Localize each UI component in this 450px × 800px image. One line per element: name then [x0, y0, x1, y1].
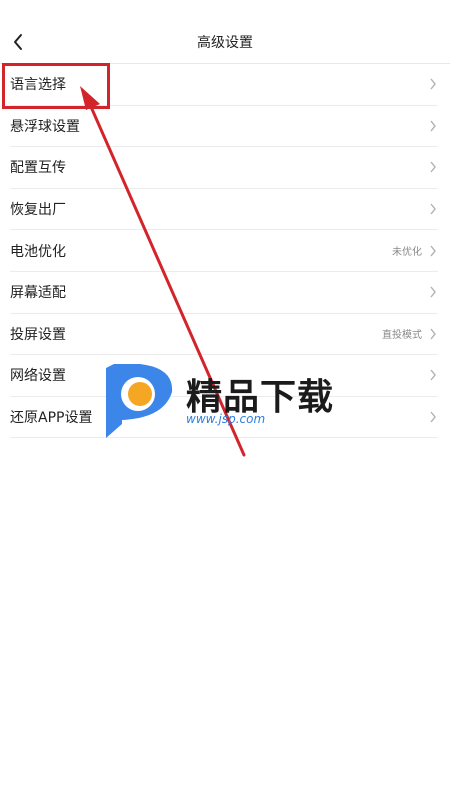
- chevron-right-icon: [428, 327, 438, 341]
- settings-item-value: 未优化: [392, 247, 422, 259]
- settings-item-label: 配置互传: [10, 160, 66, 177]
- settings-item-network[interactable]: 网络设置: [10, 355, 438, 397]
- settings-item-language[interactable]: 语言选择: [10, 64, 438, 106]
- chevron-right-icon: [428, 119, 438, 133]
- page-title: 高级设置: [197, 35, 253, 51]
- settings-item-label: 悬浮球设置: [10, 118, 80, 135]
- settings-list: 语言选择 悬浮球设置 配置互传 恢复出厂 电池优化 未优化 屏幕适配 投屏设置 …: [0, 64, 450, 439]
- chevron-right-icon: [428, 202, 438, 216]
- app-header: 高级设置: [0, 0, 450, 64]
- settings-item-label: 电池优化: [10, 243, 66, 260]
- settings-item-label: 屏幕适配: [10, 285, 66, 302]
- settings-item-battery[interactable]: 电池优化 未优化: [10, 230, 438, 272]
- settings-item-label: 投屏设置: [10, 326, 66, 343]
- chevron-right-icon: [428, 410, 438, 424]
- settings-item-label: 网络设置: [10, 368, 66, 385]
- settings-item-screen-cast[interactable]: 投屏设置 直投模式: [10, 314, 438, 356]
- chevron-right-icon: [428, 244, 438, 258]
- chevron-right-icon: [428, 285, 438, 299]
- settings-item-label: 语言选择: [10, 77, 66, 94]
- chevron-right-icon: [428, 368, 438, 382]
- settings-item-floating-ball[interactable]: 悬浮球设置: [10, 106, 438, 148]
- settings-item-value: 直投模式: [382, 330, 422, 342]
- settings-item-restore-app[interactable]: 还原APP设置: [10, 397, 438, 439]
- settings-item-factory-reset[interactable]: 恢复出厂: [10, 189, 438, 231]
- settings-item-config-transfer[interactable]: 配置互传: [10, 147, 438, 189]
- settings-item-label: 恢复出厂: [10, 202, 66, 219]
- chevron-right-icon: [428, 77, 438, 91]
- chevron-right-icon: [428, 160, 438, 174]
- settings-item-label: 还原APP设置: [10, 410, 93, 427]
- settings-item-screen-fit[interactable]: 屏幕适配: [10, 272, 438, 314]
